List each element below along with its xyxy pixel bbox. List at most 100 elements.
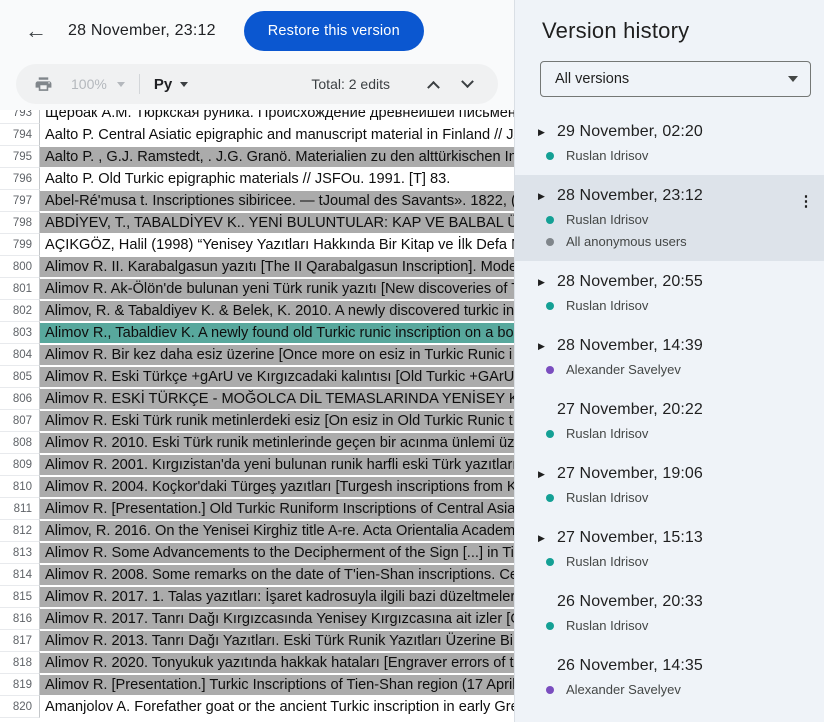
version-overflow-menu-icon[interactable]: ⋮ <box>792 187 820 215</box>
next-edit-button[interactable] <box>454 71 480 97</box>
expand-triangle-icon[interactable]: ▶ <box>538 533 549 544</box>
version-author: Ruslan Idrisov <box>546 554 814 569</box>
print-icon <box>34 75 53 94</box>
version-author: Alexander Savelyev <box>546 682 814 697</box>
document-line: 795Aalto P. , G.J. Ramstedt, . J.G. Gran… <box>0 146 514 168</box>
document-line: 819Alimov R. [Presentation.] Turkic Insc… <box>0 674 514 696</box>
version-entry-header: ▶ 27 November, 15:13 <box>538 529 814 547</box>
author-color-dot <box>546 558 554 566</box>
version-entry-header: ▶28 November, 23:12 <box>538 187 814 205</box>
line-text: Abel-Ré'musa t. Inscriptiones sibiricee.… <box>40 190 514 212</box>
version-date: 26 November, 14:35 <box>557 657 703 675</box>
version-topbar: ← 28 November, 23:12 Restore this versio… <box>0 0 514 62</box>
line-number: 796 <box>0 168 40 190</box>
line-number: 799 <box>0 234 40 256</box>
previous-edit-button[interactable] <box>420 71 446 97</box>
version-title: 28 November, 23:12 <box>68 22 216 40</box>
expand-triangle-icon[interactable]: ▶ <box>538 341 549 352</box>
dropdown-caret-icon <box>788 76 798 82</box>
document-lines: 793Щербак А.М. Тюркская руника. Происхож… <box>0 110 514 718</box>
version-date: 27 November, 20:22 <box>557 401 703 419</box>
line-number: 797 <box>0 190 40 212</box>
toolbar-container: 100% Ру Total: 2 edits <box>0 62 514 110</box>
expand-triangle-icon[interactable]: ▶ <box>538 191 549 202</box>
line-text: Alimov R. 2020. Tonyukuk yazıtında hakka… <box>40 652 514 674</box>
line-number: 801 <box>0 278 40 300</box>
line-number: 815 <box>0 586 40 608</box>
line-number: 810 <box>0 476 40 498</box>
print-button[interactable] <box>34 75 53 94</box>
toolbar-divider <box>139 74 140 94</box>
document-line: 818Alimov R. 2020. Tonyukuk yazıtında ha… <box>0 652 514 674</box>
author-color-dot <box>546 494 554 502</box>
input-tools-caret-icon <box>180 82 188 87</box>
document-line: 810Alimov R. 2004. Koçkor'daki Türgeş ya… <box>0 476 514 498</box>
line-number: 798 <box>0 212 40 234</box>
version-entry[interactable]: ▶26 November, 20:33Ruslan Idrisov <box>515 581 824 645</box>
version-date: 27 November, 15:13 <box>557 529 703 547</box>
document-line: 808Alimov R. 2010. Eski Türk runik metin… <box>0 432 514 454</box>
line-number: 794 <box>0 124 40 146</box>
author-color-dot <box>546 430 554 438</box>
document-line: 801Alimov R. Ak-Ölön'de bulunan yeni Tür… <box>0 278 514 300</box>
line-text: Alimov R. [Presentation.] Turkic Inscrip… <box>40 674 514 696</box>
line-number: 806 <box>0 388 40 410</box>
line-text: Alimov R. 2017. Tanrı Dağı Kırgızcasında… <box>40 608 514 630</box>
version-entry[interactable]: ▶28 November, 14:39 Alexander Savelyev <box>515 325 824 389</box>
document-line: 807Alimov R. Eski Türk runik metinlerdek… <box>0 410 514 432</box>
expand-triangle-icon[interactable]: ▶ <box>538 127 549 138</box>
version-date: 26 November, 20:33 <box>557 593 703 611</box>
author-name: Ruslan Idrisov <box>566 298 648 313</box>
line-text: Alimov R. 2001. Kırgızistan'da yeni bulu… <box>40 454 514 476</box>
line-text: Alimov R. 2017. 1. Talas yazıtları: İşar… <box>40 586 514 608</box>
author-name: Ruslan Idrisov <box>566 554 648 569</box>
version-entry-header: ▶28 November, 14:39 <box>538 337 814 355</box>
version-entry[interactable]: ▶26 November, 14:35Alexander Savelyev <box>515 645 824 709</box>
back-button[interactable]: ← <box>16 11 56 51</box>
version-author: Alexander Savelyev <box>546 362 814 377</box>
zoom-control[interactable]: 100% <box>71 76 125 92</box>
version-author: Ruslan Idrisov <box>546 490 814 505</box>
document-line: 812Alimov, R. 2016. On the Yenisei Kirgh… <box>0 520 514 542</box>
version-author: All anonymous users <box>546 234 814 249</box>
back-arrow-icon: ← <box>25 18 47 44</box>
restore-version-button[interactable]: Restore this version <box>244 11 424 51</box>
chevron-up-icon <box>427 80 440 93</box>
line-text: Aalto P. Central Asiatic epigraphic and … <box>40 124 514 146</box>
author-name: Ruslan Idrisov <box>566 490 648 505</box>
author-color-dot <box>546 686 554 694</box>
line-number: 811 <box>0 498 40 520</box>
author-name: Ruslan Idrisov <box>566 148 648 163</box>
document-line: 805Alimov R. Eski Türkçe +gArU ve Kırgız… <box>0 366 514 388</box>
author-name: Alexander Savelyev <box>566 362 681 377</box>
author-color-dot <box>546 216 554 224</box>
document-body[interactable]: 793Щербак А.М. Тюркская руника. Происхож… <box>0 110 514 722</box>
version-entry[interactable]: ▶27 November, 19:06 Ruslan Idrisov <box>515 453 824 517</box>
expand-triangle-icon[interactable]: ▶ <box>538 277 549 288</box>
author-name: Ruslan Idrisov <box>566 426 648 441</box>
version-entry-header: ▶27 November, 19:06 <box>538 465 814 483</box>
author-color-dot <box>546 302 554 310</box>
document-line: 815Alimov R. 2017. 1. Talas yazıtları: İ… <box>0 586 514 608</box>
input-tools-control[interactable]: Ру <box>154 76 188 93</box>
line-number: 802 <box>0 300 40 322</box>
version-entry[interactable]: ▶ 29 November, 02:20 Ruslan Idrisov <box>515 111 824 175</box>
version-filter-dropdown[interactable]: All versions <box>540 61 811 97</box>
line-number: 803 <box>0 322 40 344</box>
version-author: Ruslan Idrisov <box>546 426 814 441</box>
version-entry[interactable]: ▶28 November, 23:12⋮Ruslan IdrisovAll an… <box>515 175 824 261</box>
document-toolbar: 100% Ру Total: 2 edits <box>16 64 498 104</box>
line-text: Alimov R. Ak-Ölön'de bulunan yeni Türk r… <box>40 278 514 300</box>
version-author: Ruslan Idrisov <box>546 618 814 633</box>
version-entry[interactable]: ▶ 27 November, 15:13 Ruslan Idrisov <box>515 517 824 581</box>
expand-triangle-icon[interactable]: ▶ <box>538 469 549 480</box>
line-text: Alimov R. Bir kez daha esiz üzerine [Onc… <box>40 344 514 366</box>
version-entry[interactable]: ▶28 November, 20:55 Ruslan Idrisov <box>515 261 824 325</box>
version-date: 29 November, 02:20 <box>557 123 703 141</box>
line-text: Alimov R. II. Karabalgasun yazıtı [The I… <box>40 256 514 278</box>
author-name: Ruslan Idrisov <box>566 618 648 633</box>
version-entry-header: ▶28 November, 20:55 <box>538 273 814 291</box>
version-entry[interactable]: ▶27 November, 20:22Ruslan Idrisov <box>515 389 824 453</box>
version-author: Ruslan Idrisov <box>546 298 814 313</box>
version-history-view: ← 28 November, 23:12 Restore this versio… <box>0 0 824 722</box>
